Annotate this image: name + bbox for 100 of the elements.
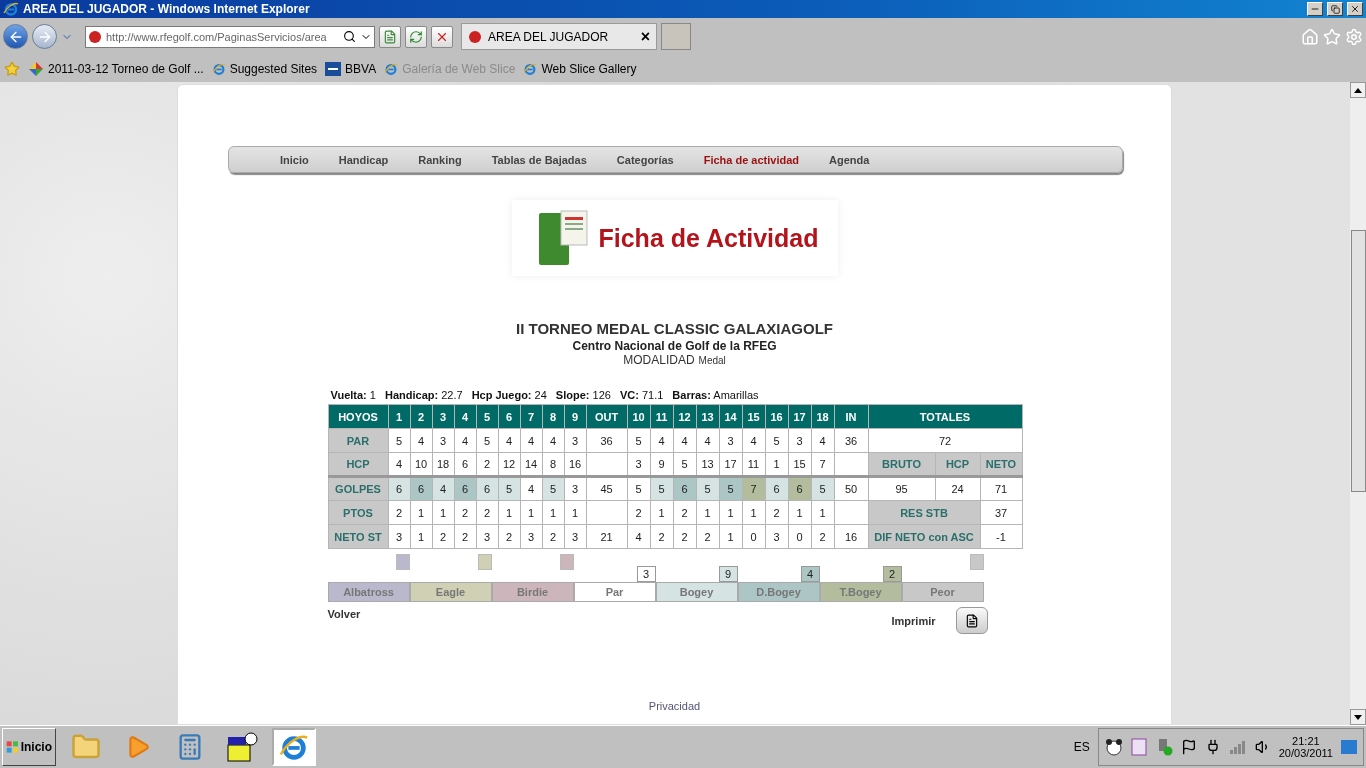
table-cell: 2 [542,524,564,549]
table-cell: 5 [388,428,410,453]
table-cell: -1 [980,524,1022,549]
table-cell: 7 [742,476,765,501]
nav-link[interactable]: Agenda [829,153,870,166]
favorites-star-icon[interactable] [4,60,20,77]
table-cell: 1 [696,500,719,525]
back-button[interactable] [3,24,28,49]
restore-button[interactable] [1327,2,1343,16]
browser-logo-icon [384,61,399,76]
column-header: 11 [650,404,673,429]
tab-close-button[interactable]: × [640,27,650,46]
favorite-link[interactable]: BBVA [325,61,377,76]
table-cell: 2 [673,500,696,525]
count-box: 3 [636,566,656,582]
column-header: 4 [454,404,476,429]
table-cell: 1 [520,500,542,525]
table-cell: 21 [586,524,627,549]
column-header: 17 [788,404,811,429]
column-header: OUT [586,404,627,429]
close-button[interactable] [1347,2,1363,16]
table-cell: 1 [410,524,432,549]
table-cell: 2 [476,500,498,525]
address-field[interactable]: http://www.rfegolf.com/PaginasServicios/area [85,25,375,48]
table-cell: 3 [520,524,542,549]
table-cell: 5 [498,476,520,501]
scroll-up-button[interactable] [1350,82,1366,98]
row-header: HCP [328,452,388,477]
close-icon [1350,4,1360,14]
round-info: Barras: Amarillas [672,389,759,401]
column-header: 1 [388,404,410,429]
count-box: 2 [882,566,902,582]
new-tab-button[interactable] [661,23,691,50]
table-cell: 1 [542,500,564,525]
table-cell: 5 [476,428,498,453]
table-cell: 4 [542,428,564,453]
print-button[interactable] [955,607,988,634]
table-cell: 3 [719,428,742,453]
up-triangle-icon [1354,87,1362,93]
table-cell: 5 [719,476,742,501]
table-cell: 2 [627,500,650,525]
row-header: NETO ST [328,524,388,549]
column-header: 12 [673,404,696,429]
table-cell: 6 [410,476,432,501]
refresh-icon [409,29,423,44]
flag-icon[interactable] [1180,739,1197,755]
table-cell: 72 [868,428,1022,453]
column-header: 14 [719,404,742,429]
start-button[interactable]: Inicio [2,728,56,766]
refresh-button[interactable] [405,25,427,48]
table-cell: 0 [742,524,765,549]
panda-icon[interactable] [1104,738,1123,756]
legend-item: Eagle [409,582,492,602]
privacy-link[interactable]: Privacidad [648,700,701,712]
scroll-thumb[interactable] [1350,230,1366,492]
nav-link[interactable]: Inicio [280,153,309,166]
forward-button[interactable] [32,24,57,49]
document-icon [964,613,979,628]
round-info: VC: 71.1 [619,389,664,401]
table-cell: 5 [627,428,650,453]
table-cell: 1 [719,500,742,525]
compatibility-button[interactable] [379,25,401,48]
table-cell: 3 [432,428,454,453]
round-info: Vuelta: 1 [330,389,376,401]
print-label: Imprimir [891,614,936,627]
column-header: IN [834,404,868,429]
table-cell: 1 [410,500,432,525]
down-triangle-icon [1354,714,1362,720]
legend-item: Peor [901,582,984,602]
table-cell: 2 [696,524,719,549]
table-cell: 2 [673,524,696,549]
legend-item: Par [573,582,656,602]
table-cell: 71 [980,476,1022,501]
star-icon[interactable] [1323,27,1341,46]
back-link[interactable]: Volver [327,608,361,620]
browser-taskbar-icon[interactable] [272,728,316,766]
search-icon[interactable] [343,30,356,43]
favorite-link[interactable]: Web Slice Gallery [523,61,637,76]
table-cell: 3 [388,524,410,549]
round-info: Slope: 126 [555,389,611,401]
browser-tab[interactable]: AREA DEL JUGADOR × [461,23,657,50]
stop-button[interactable] [431,25,453,48]
favorite-link[interactable]: 2011-03-12 Torneo de Golf ... [28,60,204,77]
nav-link[interactable]: Handicap [338,153,389,166]
language-indicator[interactable]: ES [1073,740,1090,754]
nav-link[interactable]: Categorías [616,153,674,166]
column-header: 16 [765,404,788,429]
nav-link[interactable]: Ranking [418,153,462,166]
table-cell: 3 [476,524,498,549]
column-header: 5 [476,404,498,429]
count-box: 9 [718,566,738,582]
nav-link[interactable]: Tablas de Bajadas [491,153,587,166]
page-icon [383,29,397,44]
scroll-down-button[interactable] [1350,709,1366,725]
clock[interactable]: 21:21 20/03/2011 [1278,735,1333,759]
table-cell: 4 [410,428,432,453]
favorite-link[interactable]: Suggested Sites [211,61,318,76]
minimize-button[interactable] [1307,2,1323,16]
table-cell: 4 [520,476,542,501]
nav-link[interactable]: Ficha de actividad [703,153,800,166]
